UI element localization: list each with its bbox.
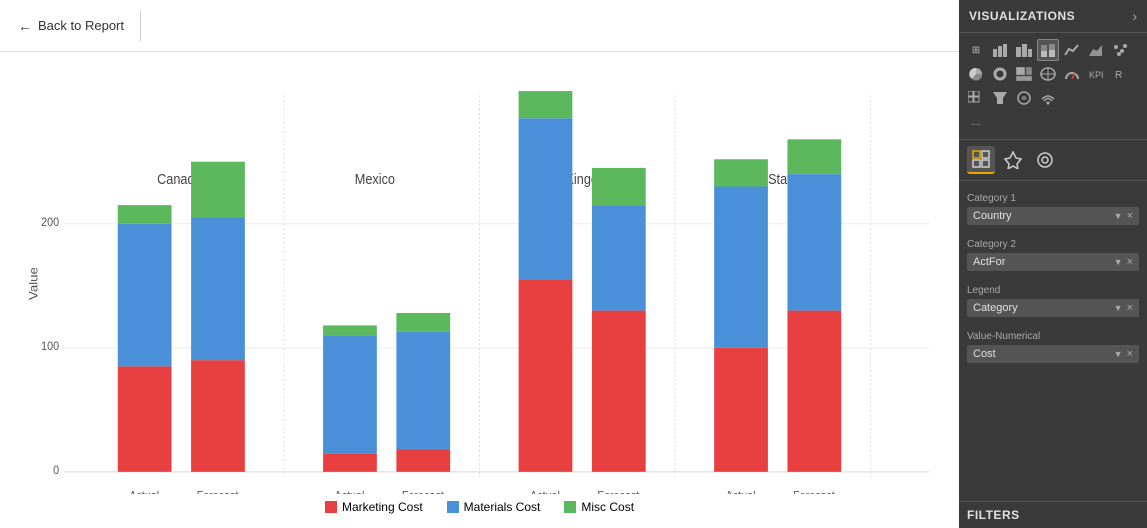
actfor-pill[interactable]: ActFor ▼ × — [967, 253, 1139, 271]
bar-segment — [191, 218, 245, 361]
bar-segment — [519, 91, 573, 118]
bar-segment — [396, 313, 450, 332]
viz-icon-grid: ⊞ — [959, 33, 1147, 140]
format-tab[interactable] — [999, 146, 1027, 174]
legend-misc-label: Misc Cost — [581, 500, 634, 514]
svg-text:100: 100 — [41, 340, 59, 353]
country-pill-remove[interactable]: × — [1127, 210, 1133, 222]
chart-area: Value 0 100 200 Canada — [20, 62, 939, 494]
legend-marketing-label: Marketing Cost — [342, 500, 423, 514]
viz-icon-donut[interactable] — [989, 63, 1011, 85]
divider — [140, 11, 141, 41]
bar-segment — [714, 187, 768, 348]
analytics-tab[interactable] — [1031, 146, 1059, 174]
viz-icon-matrix[interactable] — [965, 87, 987, 109]
actfor-pill-chevron[interactable]: ▼ — [1114, 257, 1123, 267]
chart-legend: Marketing Cost Materials Cost Misc Cost — [20, 494, 939, 518]
bar-segment — [714, 159, 768, 186]
viz-icon-globe[interactable] — [1013, 87, 1035, 109]
bar-segment — [714, 348, 768, 472]
category-pill-text: Category — [973, 302, 1018, 314]
viz-icon-funnel[interactable] — [989, 87, 1011, 109]
viz-icon-treemap[interactable] — [1013, 63, 1035, 85]
cost-pill[interactable]: Cost ▼ × — [967, 345, 1139, 363]
bar-segment — [396, 332, 450, 450]
legend-misc-cost: Misc Cost — [564, 500, 634, 514]
category-pill-remove[interactable]: × — [1127, 302, 1133, 314]
bar-segment — [519, 118, 573, 279]
bar-segment — [323, 335, 377, 453]
bar-segment — [787, 311, 841, 472]
viz-icon-area[interactable] — [1085, 39, 1107, 61]
country-pill-chevron[interactable]: ▼ — [1114, 211, 1123, 221]
field-wells: Category 1 Country ▼ × Category 2 ActFor… — [959, 181, 1147, 501]
country-pill[interactable]: Country ▼ × — [967, 207, 1139, 225]
value-section: Value-Numerical Cost ▼ × — [959, 323, 1147, 369]
viz-icon-r[interactable]: R — [1109, 63, 1131, 85]
legend-section: Legend Category ▼ × — [959, 277, 1147, 323]
bar-segment — [592, 205, 646, 310]
country-pill-text: Country — [973, 210, 1012, 222]
bar-segment — [592, 311, 646, 472]
svg-text:R: R — [1115, 70, 1122, 81]
bar-segment — [323, 453, 377, 472]
viz-icon-map[interactable] — [1037, 63, 1059, 85]
viz-icon-scatter[interactable] — [1109, 39, 1131, 61]
filters-section: FILTERS — [959, 501, 1147, 528]
bar-segment — [191, 360, 245, 472]
legend-materials-cost: Materials Cost — [447, 500, 541, 514]
bar-segment — [592, 168, 646, 205]
viz-icon-stacked-bar[interactable] — [1037, 39, 1059, 61]
cost-pill-chevron[interactable]: ▼ — [1114, 349, 1123, 359]
bar-segment — [191, 162, 245, 218]
viz-icon-pie[interactable] — [965, 63, 987, 85]
viz-tabs — [959, 140, 1147, 181]
cost-pill-remove[interactable]: × — [1127, 348, 1133, 360]
category2-section: Category 2 ActFor ▼ × — [959, 231, 1147, 277]
bar-segment — [118, 205, 172, 224]
viz-icon-wifi[interactable] — [1037, 87, 1059, 109]
viz-expand-chevron[interactable]: › — [1132, 8, 1137, 24]
category2-label: Category 2 — [967, 239, 1139, 250]
bar-segment — [323, 325, 377, 335]
legend-marketing-cost: Marketing Cost — [325, 500, 423, 514]
fields-tab[interactable] — [967, 146, 995, 174]
back-to-report-button[interactable]: ← Back to Report — [10, 14, 132, 38]
viz-icon-table[interactable]: ⊞ — [965, 39, 987, 61]
category-pill[interactable]: Category ▼ × — [967, 299, 1139, 317]
actfor-pill-remove[interactable]: × — [1127, 256, 1133, 268]
bar-segment — [118, 224, 172, 367]
back-arrow-icon: ← — [18, 18, 32, 34]
bar-segment — [519, 280, 573, 472]
svg-text:0: 0 — [53, 465, 59, 478]
svg-text:Mexico: Mexico — [355, 171, 395, 187]
viz-icon-line[interactable] — [1061, 39, 1083, 61]
value-field-label: Value-Numerical — [967, 331, 1139, 342]
filters-title: FILTERS — [967, 508, 1020, 522]
legend-field-label: Legend — [967, 285, 1139, 296]
category-pill-chevron[interactable]: ▼ — [1114, 303, 1123, 313]
category1-label: Category 1 — [967, 193, 1139, 204]
viz-icon-bar[interactable] — [989, 39, 1011, 61]
back-label: Back to Report — [38, 18, 124, 33]
viz-icon-gauge[interactable] — [1061, 63, 1083, 85]
bar-segment — [396, 449, 450, 471]
category1-section: Category 1 Country ▼ × — [959, 185, 1147, 231]
y-axis-label: Value — [27, 267, 40, 300]
visualizations-header: VISUALIZATIONS › — [959, 0, 1147, 33]
viz-panel-title: VISUALIZATIONS — [969, 9, 1075, 23]
viz-icon-kpi[interactable]: KPI — [1085, 63, 1107, 85]
bar-segment — [118, 366, 172, 471]
actfor-pill-text: ActFor — [973, 256, 1005, 268]
cost-pill-text: Cost — [973, 348, 996, 360]
bar-segment — [787, 139, 841, 174]
svg-text:200: 200 — [41, 216, 59, 229]
viz-icon-more[interactable]: … — [965, 111, 987, 133]
legend-materials-label: Materials Cost — [464, 500, 541, 514]
viz-icon-column[interactable] — [1013, 39, 1035, 61]
svg-text:KPI: KPI — [1089, 70, 1104, 80]
bar-segment — [787, 174, 841, 310]
